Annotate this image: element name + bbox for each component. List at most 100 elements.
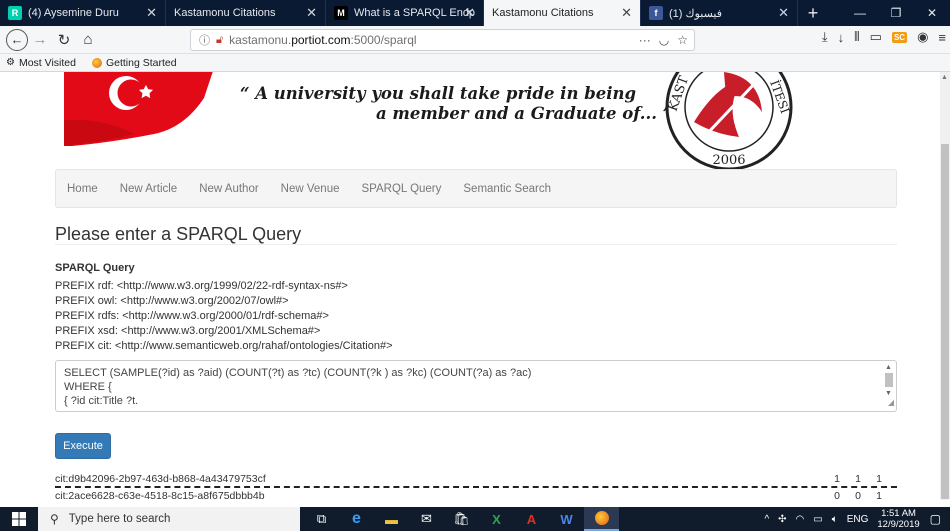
menu-icon[interactable]: ≡ <box>938 30 946 45</box>
task-view-icon[interactable]: ⧉ <box>304 507 339 531</box>
query-line: { ?id cit:Title ?t. <box>64 395 139 407</box>
store-icon[interactable]: 🛍︎ <box>444 507 479 531</box>
close-icon[interactable]: ✕ <box>621 5 632 21</box>
close-icon[interactable]: ✕ <box>464 5 475 21</box>
mail-icon[interactable]: ✉ <box>409 507 444 531</box>
close-icon[interactable]: ✕ <box>306 5 317 21</box>
university-seal-logo: KAST İTESİ 2006 <box>665 72 793 171</box>
results-list: cit:d9b42096-2b97-463d-b868-4a43479753cf… <box>55 471 897 500</box>
university-motto: “ A university you shall take pride in b… <box>240 84 672 124</box>
pocket-icon[interactable]: ◡ <box>659 33 669 47</box>
nav-new-venue[interactable]: New Venue <box>281 183 340 195</box>
info-icon[interactable]: ⓘ <box>199 32 210 48</box>
motto-line-2: a member and a Graduate of... ” <box>376 104 673 123</box>
account-icon[interactable]: ◉ <box>917 29 928 45</box>
nav-sparql-query[interactable]: SPARQL Query <box>362 183 442 195</box>
nav-semantic-search[interactable]: Semantic Search <box>463 183 551 195</box>
sparql-query-textarea[interactable]: SELECT (SAMPLE(?id) as ?aid) (COUNT(?t) … <box>55 360 897 412</box>
query-line: WHERE { <box>64 381 112 393</box>
tab-kastamonu-citations-active[interactable]: Kastamonu Citations ✕ <box>484 0 641 26</box>
tab-title: (1) فيسبوك <box>669 7 722 20</box>
prefix-line: PREFIX cit: <http://www.semanticweb.org/… <box>55 340 393 352</box>
start-button[interactable] <box>0 507 38 531</box>
url-bar[interactable]: ⓘ 🔓︎ kastamonu. portiot.com:5000/sparql ·… <box>190 29 695 51</box>
page-title: Please enter a SPARQL Query <box>55 224 302 244</box>
download-icon[interactable]: ⤓ <box>822 29 828 45</box>
search-icon: ⚲ <box>50 512 59 526</box>
sparql-query-label: SPARQL Query <box>55 262 135 274</box>
bookmark-label: Getting Started <box>105 56 177 69</box>
extension-sc-icon[interactable]: SC <box>891 31 908 43</box>
system-tray: ^ ✣ ◠ ▭ 🔈︎ ENG 1:51 AM 12/9/2019 ▢ <box>764 507 950 531</box>
taskbar-search[interactable]: ⚲ Type here to search <box>38 507 300 531</box>
download-arrow-icon[interactable]: ↓ <box>838 30 845 45</box>
result-keyword-count: 1 <box>855 473 861 485</box>
battery-icon[interactable]: ▭ <box>813 514 822 525</box>
tab-title: What is a SPARQL Endpoint, <box>354 7 475 19</box>
medium-icon: M <box>334 6 348 20</box>
scroll-thumb[interactable] <box>885 373 893 387</box>
url-suffix: :5000/sparql <box>350 33 417 47</box>
tab-sparql-endpoint[interactable]: M What is a SPARQL Endpoint, ✕ <box>326 0 484 26</box>
scroll-thumb[interactable] <box>941 144 949 499</box>
volume-icon[interactable]: 🔈︎ <box>832 514 838 525</box>
turkish-flag-image <box>64 72 213 146</box>
notifications-icon[interactable]: ▢ <box>930 512 941 526</box>
prefix-line: PREFIX xsd: <http://www.w3.org/2001/XMLS… <box>55 325 321 337</box>
acrobat-icon[interactable]: A <box>514 507 549 531</box>
tab-title: (4) Aysemine Duru <box>28 7 119 19</box>
wifi-icon[interactable]: ◠ <box>796 514 805 525</box>
web-page: “ A university you shall take pride in b… <box>0 72 940 500</box>
nav-new-article[interactable]: New Article <box>120 183 178 195</box>
clock[interactable]: 1:51 AM 12/9/2019 <box>877 508 919 530</box>
tab-title: Kastamonu Citations <box>174 7 276 19</box>
windows-taskbar: ⚲ Type here to search ⧉ e ▬ ✉ 🛍︎ X A W ^… <box>0 507 950 531</box>
excel-icon[interactable]: X <box>479 507 514 531</box>
library-icon[interactable]: ⫴ <box>854 29 859 45</box>
language-indicator[interactable]: ENG <box>847 514 869 525</box>
tab-kastamonu-citations[interactable]: Kastamonu Citations ✕ <box>166 0 326 26</box>
title-divider <box>55 244 897 245</box>
firefox-icon <box>91 57 102 68</box>
close-window-button[interactable]: ✕ <box>914 0 950 26</box>
facebook-icon: f <box>649 6 663 20</box>
scroll-up-icon[interactable]: ▲ <box>941 74 948 81</box>
bookmark-getting-started[interactable]: Getting Started <box>91 56 177 69</box>
close-icon[interactable]: ✕ <box>146 5 157 21</box>
page-scrollbar[interactable]: ▲ <box>940 72 950 500</box>
word-icon[interactable]: W <box>549 507 584 531</box>
sidebar-icon[interactable]: ▭ <box>870 29 882 45</box>
bookmarks-bar: ⚙ Most Visited Getting Started <box>0 54 950 72</box>
firefox-taskbar-icon[interactable] <box>584 507 619 531</box>
insecure-lock-icon[interactable]: 🔓︎ <box>216 34 223 47</box>
tab-facebook[interactable]: f (1) فيسبوك ✕ <box>641 0 798 26</box>
new-tab-button[interactable]: + <box>798 0 828 26</box>
reload-button[interactable]: ↻ <box>52 28 76 52</box>
network-app-icon[interactable]: ✣ <box>778 514 786 525</box>
minimize-button[interactable]: — <box>842 0 878 26</box>
result-author-count: 1 <box>876 490 882 500</box>
windows-logo-icon <box>12 512 26 526</box>
close-icon[interactable]: ✕ <box>778 5 789 21</box>
nav-new-author[interactable]: New Author <box>199 183 258 195</box>
restore-button[interactable]: ❐ <box>878 0 914 26</box>
site-banner: “ A university you shall take pride in b… <box>0 72 940 171</box>
tab-title: Kastamonu Citations <box>492 7 594 19</box>
back-button[interactable]: ← <box>6 28 28 51</box>
file-explorer-icon[interactable]: ▬ <box>374 507 409 531</box>
result-author-count: 1 <box>876 473 882 485</box>
tab-researchgate[interactable]: R (4) Aysemine Duru ✕ <box>0 0 166 26</box>
page-actions-icon[interactable]: ··· <box>639 33 651 47</box>
bookmark-star-icon[interactable]: ☆ <box>677 33 688 47</box>
edge-icon[interactable]: e <box>339 507 374 531</box>
navigation-toolbar: ← → ↻ ⌂ ⓘ 🔓︎ kastamonu. portiot.com:5000/… <box>0 26 950 54</box>
url-prefix: kastamonu. <box>229 33 292 47</box>
home-button[interactable]: ⌂ <box>76 28 100 52</box>
execute-button[interactable]: Execute <box>55 433 111 459</box>
nav-home[interactable]: Home <box>67 183 98 195</box>
chevron-up-icon[interactable]: ^ <box>764 514 769 525</box>
resize-grip-icon[interactable]: ◢ <box>888 396 894 410</box>
result-id: cit:d9b42096-2b97-463d-b868-4a43479753cf <box>55 473 266 485</box>
forward-button[interactable]: → <box>28 28 52 52</box>
bookmark-most-visited[interactable]: ⚙ Most Visited <box>6 57 76 69</box>
